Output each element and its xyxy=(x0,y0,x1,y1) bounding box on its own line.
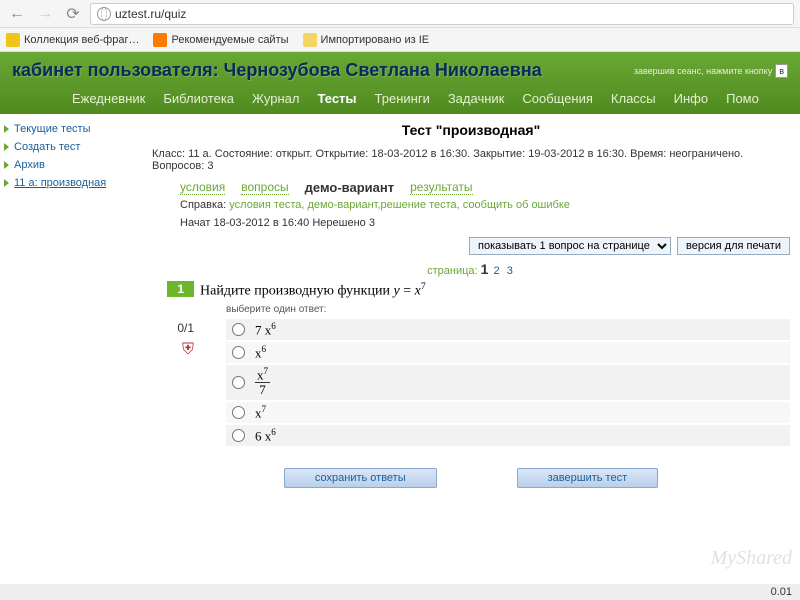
site-header: завершив сеанс, нажмите кнопкув кабинет … xyxy=(0,52,800,114)
arrow-icon xyxy=(4,143,9,151)
nav-Журнал[interactable]: Журнал xyxy=(252,91,299,106)
tab-демо-вариант[interactable]: демо-вариант xyxy=(305,180,394,195)
answers: 7 x6 x6 x77 x7 6 x6 xyxy=(200,319,790,447)
answer-text: x77 xyxy=(255,367,270,397)
bookmark-3[interactable]: Импортировано из IE xyxy=(303,33,430,47)
sidebar-label: 11 а: производная xyxy=(14,177,106,189)
answer-radio[interactable] xyxy=(232,346,245,359)
session-note: завершив сеанс, нажмите кнопкув xyxy=(634,64,788,78)
bookmarks-bar: Коллекция веб-фраг… Рекомендуемые сайты … xyxy=(0,28,800,52)
url-bar[interactable]: uztest.ru/quiz xyxy=(90,3,794,25)
action-buttons: сохранить ответы завершить тест xyxy=(152,468,790,488)
sidebar-item[interactable]: 11 а: производная xyxy=(4,174,138,192)
question-number: 1 xyxy=(167,281,194,297)
sidebar-label: Текущие тесты xyxy=(14,123,91,135)
tab-результаты[interactable]: результаты xyxy=(410,180,472,195)
forward-button[interactable]: → xyxy=(34,3,56,25)
nav-Помо[interactable]: Помо xyxy=(726,91,759,106)
bookmark-1[interactable]: Коллекция веб-фраг… xyxy=(6,33,139,47)
sidebar: Текущие тесты Создать тест Архив 11 а: прои… xyxy=(0,114,142,494)
answer-text: x6 xyxy=(255,344,266,361)
folder-icon xyxy=(303,33,317,47)
bookmark-label: Рекомендуемые сайты xyxy=(171,34,288,46)
bookmark-icon xyxy=(6,33,20,47)
browser-toolbar: ← → ⟳ uztest.ru/quiz xyxy=(0,0,800,28)
page-link-2[interactable]: 2 xyxy=(494,265,500,277)
answer-option[interactable]: 6 x6 xyxy=(226,425,790,446)
content: Тест "производная" Класс: 11 а. Состояни… xyxy=(142,114,800,494)
test-meta: Класс: 11 а. Состояние: открыт. Открытие… xyxy=(152,148,790,172)
back-button[interactable]: ← xyxy=(6,3,28,25)
pager: страница: 1 2 3 xyxy=(152,261,790,277)
nav-Задачник[interactable]: Задачник xyxy=(448,91,505,106)
start-line: Начат 18-03-2012 в 16:40 Нерешено 3 xyxy=(152,217,790,229)
help-line: Справка: условия теста, демо-вариант,реш… xyxy=(152,199,790,211)
globe-icon xyxy=(97,7,111,21)
nav-Инфо[interactable]: Инфо xyxy=(674,91,708,106)
shield-icon: ⛨ xyxy=(152,341,194,359)
answer-option[interactable]: 7 x6 xyxy=(226,319,790,340)
footer-timer: 0.01 xyxy=(0,584,800,600)
sidebar-item[interactable]: Архив xyxy=(4,156,138,174)
bookmark-label: Импортировано из IE xyxy=(321,34,430,46)
display-controls: показывать 1 вопрос на странице версия д… xyxy=(152,237,790,255)
answer-radio[interactable] xyxy=(232,406,245,419)
page-link-3[interactable]: 3 xyxy=(507,265,513,277)
question-score: 0/1 xyxy=(152,321,194,335)
reload-button[interactable]: ⟳ xyxy=(62,3,84,25)
sidebar-item[interactable]: Создать тест xyxy=(4,138,138,156)
sidebar-label: Создать тест xyxy=(14,141,80,153)
url-text: uztest.ru/quiz xyxy=(115,7,186,21)
sidebar-item[interactable]: Текущие тесты xyxy=(4,120,138,138)
answer-text: x7 xyxy=(255,404,266,421)
nav-Ежедневник[interactable]: Ежедневник xyxy=(72,91,145,106)
nav-Тесты[interactable]: Тесты xyxy=(317,91,356,106)
answer-radio[interactable] xyxy=(232,323,245,336)
sub-tabs: условия вопросы демо-вариант результаты xyxy=(152,180,790,195)
tab-вопросы[interactable]: вопросы xyxy=(241,180,288,195)
main-nav: Ежедневник Библиотека Журнал Тесты Тренинги З… xyxy=(12,81,788,114)
bookmark-2[interactable]: Рекомендуемые сайты xyxy=(153,33,288,47)
tab-условия[interactable]: условия xyxy=(180,180,225,195)
nav-Библиотека[interactable]: Библиотека xyxy=(163,91,234,106)
answer-option[interactable]: x7 xyxy=(226,402,790,423)
nav-Тренинги[interactable]: Тренинги xyxy=(375,91,430,106)
arrow-icon xyxy=(4,125,9,133)
question-instruction: выберите один ответ: xyxy=(226,304,790,315)
save-answers-button[interactable]: сохранить ответы xyxy=(284,468,437,488)
answer-option[interactable]: x77 xyxy=(226,365,790,399)
bookmark-icon xyxy=(153,33,167,47)
nav-Классы[interactable]: Классы xyxy=(611,91,656,106)
watermark: MyShared xyxy=(711,547,792,570)
bookmark-label: Коллекция веб-фраг… xyxy=(24,34,139,46)
page-current: 1 xyxy=(481,261,489,277)
arrow-icon xyxy=(4,161,9,169)
arrow-icon xyxy=(4,179,9,187)
nav-Сообщения[interactable]: Сообщения xyxy=(522,91,593,106)
answer-text: 6 x6 xyxy=(255,427,276,444)
question: 1 0/1 ⛨ Найдите производную функции y = … xyxy=(152,281,790,448)
finish-test-button[interactable]: завершить тест xyxy=(517,468,658,488)
question-text: Найдите производную функции y = x7 xyxy=(200,281,790,300)
print-version-button[interactable]: версия для печати xyxy=(677,237,790,255)
per-page-select[interactable]: показывать 1 вопрос на странице xyxy=(469,237,671,255)
answer-radio[interactable] xyxy=(232,376,245,389)
answer-option[interactable]: x6 xyxy=(226,342,790,363)
answer-text: 7 x6 xyxy=(255,321,276,338)
sidebar-label: Архив xyxy=(14,159,45,171)
test-title: Тест "производная" xyxy=(152,122,790,138)
answer-radio[interactable] xyxy=(232,429,245,442)
exit-button[interactable]: в xyxy=(775,64,788,78)
